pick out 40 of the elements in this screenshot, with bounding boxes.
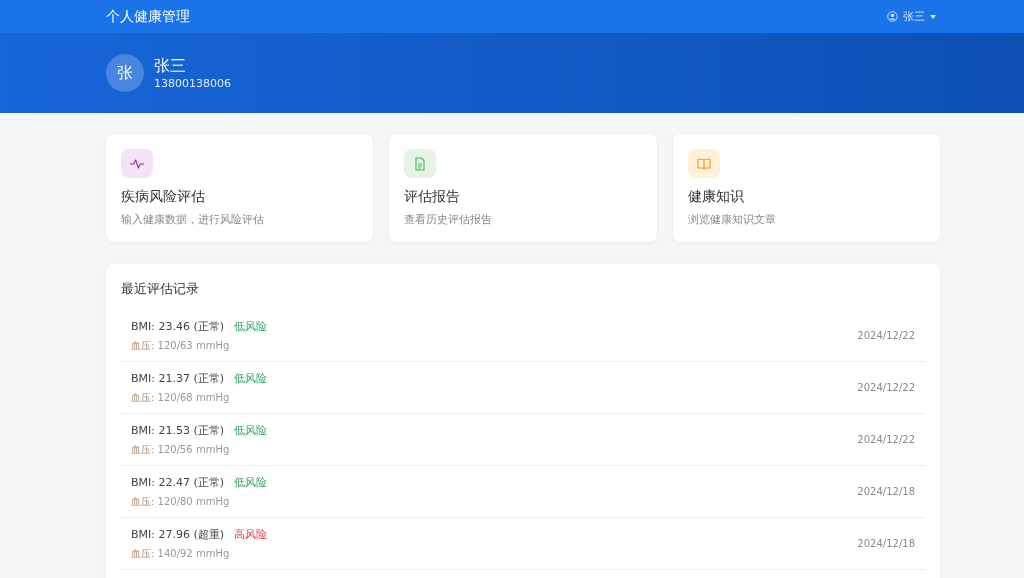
phone-number: 13800138006 — [154, 77, 231, 90]
blood-pressure: 血压: 120/68 mmHg — [131, 390, 231, 405]
card-description: 查看历史评估报告 — [404, 212, 493, 227]
record-date: 2024/12/22 — [857, 434, 915, 445]
blood-pressure: 血压: 140/92 mmHg — [131, 546, 231, 561]
caret-icon — [930, 14, 936, 19]
card-title: 疾病风险评估 — [121, 188, 205, 206]
risk-label: 高风险 — [234, 526, 268, 542]
user-menu[interactable]: 张三 — [887, 9, 936, 24]
feature-card[interactable]: 评估报告 查看历史评估报告 — [389, 134, 657, 242]
document-icon — [404, 149, 437, 178]
bmi-text: BMI: 27.96 (超重) — [131, 526, 225, 542]
pulse-icon — [121, 149, 153, 178]
section-title: 最近评估记录 — [121, 280, 200, 298]
record-date: 2024/12/18 — [857, 538, 915, 549]
risk-label: 低风险 — [234, 318, 268, 334]
risk-label: 低风险 — [234, 474, 268, 490]
card-title: 评估报告 — [404, 188, 461, 206]
card-description: 输入健康数据，进行风险评估 — [121, 212, 264, 227]
bmi-text: BMI: 21.37 (正常) — [131, 370, 225, 386]
book-icon — [687, 149, 720, 178]
feature-card[interactable]: 健康知识 浏览健康知识文章 — [672, 134, 940, 242]
record-date: 2024/12/22 — [857, 330, 915, 341]
bmi-text: BMI: 21.53 (正常) — [131, 422, 225, 438]
feature-card[interactable]: 疾病风险评估 输入健康数据，进行风险评估 — [106, 134, 374, 242]
blood-pressure: 血压: 120/80 mmHg — [131, 494, 231, 509]
record-date: 2024/12/18 — [857, 486, 915, 497]
card-title: 健康知识 — [687, 188, 744, 206]
blood-pressure: 血压: 120/56 mmHg — [131, 442, 231, 457]
risk-label: 低风险 — [234, 370, 268, 386]
blood-pressure: 血压: 120/63 mmHg — [131, 338, 231, 353]
bmi-text: BMI: 23.46 (正常) — [131, 318, 225, 334]
avatar: 张 — [106, 54, 144, 92]
risk-label: 低风险 — [234, 422, 268, 438]
app-title: 个人健康管理 — [106, 7, 190, 26]
user-icon — [887, 11, 898, 22]
bmi-text: BMI: 22.47 (正常) — [131, 474, 225, 490]
user-name: 张三 — [154, 56, 187, 77]
record-date: 2024/12/22 — [857, 382, 915, 393]
card-description: 浏览健康知识文章 — [687, 212, 776, 227]
